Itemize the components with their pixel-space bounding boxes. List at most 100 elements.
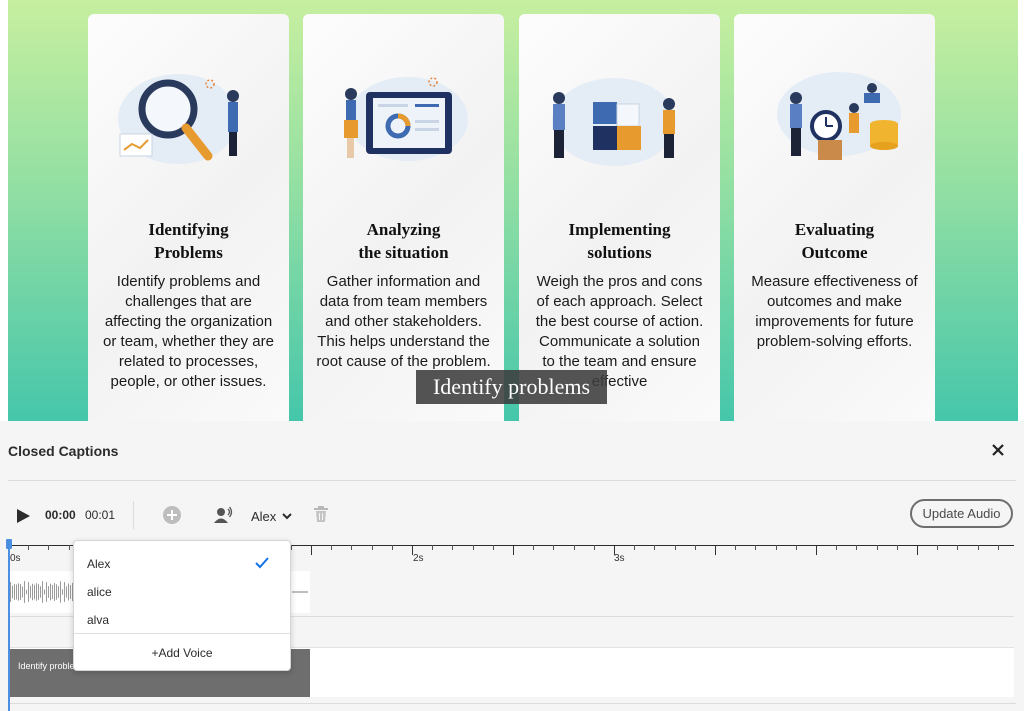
waveform-bar	[30, 586, 31, 598]
ruler-tick	[937, 545, 938, 550]
ruler-tick	[69, 545, 70, 550]
track-bottom-divider	[8, 703, 1016, 704]
voice-speaker-icon	[213, 505, 233, 525]
checkmark-icon	[255, 557, 269, 569]
voice-option-label: Alex	[87, 557, 110, 571]
voice-option-alva[interactable]: alva	[74, 605, 290, 633]
ruler-tick	[48, 545, 49, 550]
ruler-tick	[715, 545, 716, 555]
chevron-down-icon	[282, 512, 292, 520]
ruler-tick	[856, 545, 857, 550]
ruler-tick	[412, 545, 413, 555]
waveform-bar	[24, 581, 25, 603]
dropdown-divider	[74, 633, 290, 634]
ruler-tick	[816, 545, 817, 555]
ruler-tick	[331, 545, 332, 550]
ruler-tick	[897, 545, 898, 550]
ruler-tick	[311, 545, 312, 555]
voice-option-alex[interactable]: Alex	[74, 549, 290, 577]
playhead[interactable]	[8, 539, 10, 711]
ruler-tick	[917, 545, 918, 555]
voice-option-alice[interactable]: alice	[74, 577, 290, 605]
card-description: Identify problems and challenges that ar…	[100, 272, 277, 392]
waveform-bar	[54, 583, 55, 601]
waveform-bar	[42, 581, 43, 603]
waveform-bar	[68, 584, 69, 601]
waveform-bar	[18, 583, 19, 600]
waveform-bar	[64, 582, 65, 602]
waveform-bar	[14, 584, 15, 600]
play-icon[interactable]	[14, 507, 32, 525]
card-identifying-problems: Identifying Problems Identify problems a…	[88, 14, 289, 421]
waveform-bar	[46, 582, 47, 602]
ruler-tick	[493, 545, 494, 550]
ruler-tick	[513, 545, 514, 555]
waveform-bar	[40, 586, 41, 598]
waveform-bar	[22, 586, 23, 597]
waveform-bar	[60, 581, 61, 602]
ruler-label-2s: 2s	[413, 553, 424, 564]
waveform-bar	[52, 585, 53, 599]
voice-option-label: alva	[87, 613, 109, 627]
ruler-tick	[574, 545, 575, 550]
magnifier-illustration-icon	[98, 64, 279, 184]
ruler-tick	[695, 545, 696, 550]
ruler-tick	[351, 545, 352, 550]
ruler-tick	[634, 545, 635, 550]
close-icon[interactable]	[988, 440, 1008, 460]
card-description: Gather information and data from team me…	[315, 272, 492, 372]
ruler-tick	[776, 545, 777, 550]
waveform-bar	[38, 584, 39, 600]
waveform-bar	[70, 585, 71, 599]
ruler-tick	[675, 545, 676, 550]
playhead-handle[interactable]	[6, 539, 12, 549]
ruler-tick	[553, 545, 554, 550]
ruler-label-3s: 3s	[614, 553, 625, 564]
waveform-bar	[36, 583, 37, 601]
tablet-analytics-illustration-icon	[313, 64, 494, 184]
card-title: Analyzing the situation	[311, 218, 496, 264]
voice-select[interactable]: Alex	[251, 506, 292, 526]
ruler-tick	[372, 545, 373, 550]
card-title: Implementing solutions	[527, 218, 712, 264]
ruler-tick	[755, 545, 756, 550]
ruler-tick	[796, 545, 797, 550]
waveform-bar	[66, 586, 67, 597]
ruler-tick	[432, 545, 433, 550]
waveform-bar	[26, 590, 27, 594]
stopwatch-coins-illustration-icon	[744, 64, 925, 184]
toolbar-divider	[133, 501, 134, 529]
panel-title: Closed Captions	[8, 443, 118, 459]
card-implementing-solutions: Implementing solutions Weigh the pros an…	[519, 14, 720, 421]
update-audio-button[interactable]: Update Audio	[910, 499, 1013, 528]
waveform-bar	[44, 590, 45, 595]
waveform-bar	[62, 589, 63, 594]
trash-icon[interactable]	[313, 505, 329, 523]
card-description: Measure effectiveness of outcomes and ma…	[746, 272, 923, 352]
waveform-bar	[56, 584, 57, 599]
waveform-bar	[32, 584, 33, 600]
slide-stage: Identifying Problems Identify problems a…	[0, 0, 1024, 421]
ruler-tick	[28, 545, 29, 550]
ruler-tick	[594, 545, 595, 550]
ruler-tick	[614, 545, 615, 555]
add-circle-icon[interactable]	[162, 505, 182, 525]
slide-canvas: Identifying Problems Identify problems a…	[8, 0, 1018, 421]
card-analyzing-situation: Analyzing the situation Gather informati…	[303, 14, 504, 421]
ruler-tick	[836, 545, 837, 550]
ruler-tick	[473, 545, 474, 550]
waveform-bar	[28, 582, 29, 602]
ruler-tick	[998, 545, 999, 550]
waveform-bar	[10, 582, 11, 602]
voice-option-label: alice	[87, 585, 112, 599]
ruler-tick	[978, 545, 979, 550]
current-time: 00:00	[45, 508, 76, 522]
waveform-bar	[34, 585, 35, 599]
waveform-bar	[20, 584, 21, 600]
add-voice-button[interactable]: +Add Voice	[74, 638, 290, 668]
end-time: 00:01	[85, 508, 115, 522]
voice-select-value: Alex	[251, 509, 276, 524]
voice-dropdown-menu: Alex alice alva +Add Voice	[73, 540, 291, 671]
header-divider	[8, 480, 1016, 481]
puzzle-illustration-icon	[529, 64, 710, 184]
